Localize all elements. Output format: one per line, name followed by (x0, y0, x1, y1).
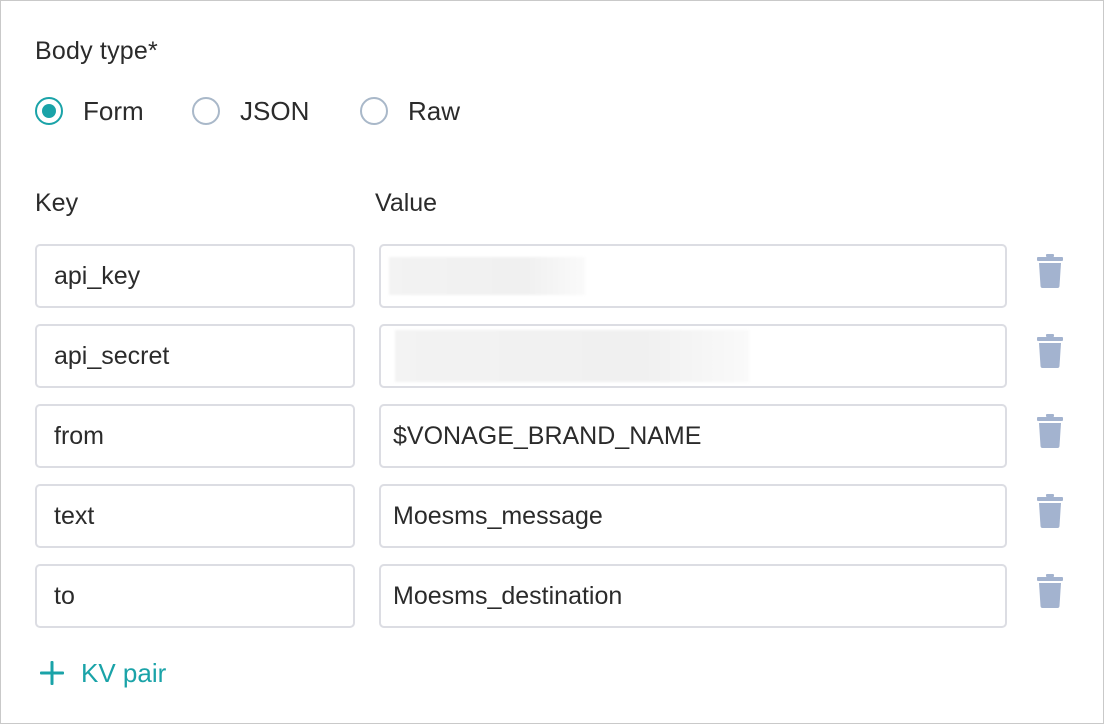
redacted-value (395, 330, 749, 382)
key-input[interactable]: api_secret (35, 324, 355, 388)
redacted-value (389, 257, 585, 295)
key-column-header: Key (35, 189, 79, 217)
kv-row: api_key (1, 244, 1104, 308)
trash-icon[interactable] (1037, 254, 1063, 288)
kv-row: text Moesms_message (1, 484, 1104, 548)
value-input[interactable]: Moesms_destination (379, 564, 1007, 628)
trash-icon[interactable] (1037, 494, 1063, 528)
radio-unchecked-icon[interactable] (360, 97, 388, 125)
radio-raw[interactable]: Raw (360, 93, 460, 129)
radio-form[interactable]: Form (35, 93, 144, 129)
plus-icon (40, 661, 64, 685)
radio-raw-label: Raw (408, 95, 461, 126)
key-input[interactable]: api_key (35, 244, 355, 308)
kv-row: to Moesms_destination (1, 564, 1104, 628)
kv-row: from $VONAGE_BRAND_NAME (1, 404, 1104, 468)
trash-icon[interactable] (1037, 334, 1063, 368)
trash-icon[interactable] (1037, 574, 1063, 608)
value-input[interactable]: $VONAGE_BRAND_NAME (379, 404, 1007, 468)
add-kv-pair-label: KV pair (81, 657, 167, 688)
add-kv-pair-button[interactable]: KV pair (39, 655, 166, 691)
radio-json[interactable]: JSON (192, 93, 309, 129)
value-input[interactable] (379, 324, 1007, 388)
kv-row: api_secret (1, 324, 1104, 388)
radio-unchecked-icon[interactable] (192, 97, 220, 125)
key-input[interactable]: text (35, 484, 355, 548)
key-input[interactable]: from (35, 404, 355, 468)
radio-json-label: JSON (240, 95, 310, 126)
trash-icon[interactable] (1037, 414, 1063, 448)
body-type-label: Body type* (35, 37, 158, 65)
value-input[interactable] (379, 244, 1007, 308)
body-settings-panel: Body type* Form JSON Raw Key Value api_k… (0, 0, 1104, 724)
radio-form-label: Form (83, 95, 144, 126)
value-input[interactable]: Moesms_message (379, 484, 1007, 548)
value-column-header: Value (375, 189, 438, 217)
key-input[interactable]: to (35, 564, 355, 628)
radio-checked-icon[interactable] (35, 97, 63, 125)
